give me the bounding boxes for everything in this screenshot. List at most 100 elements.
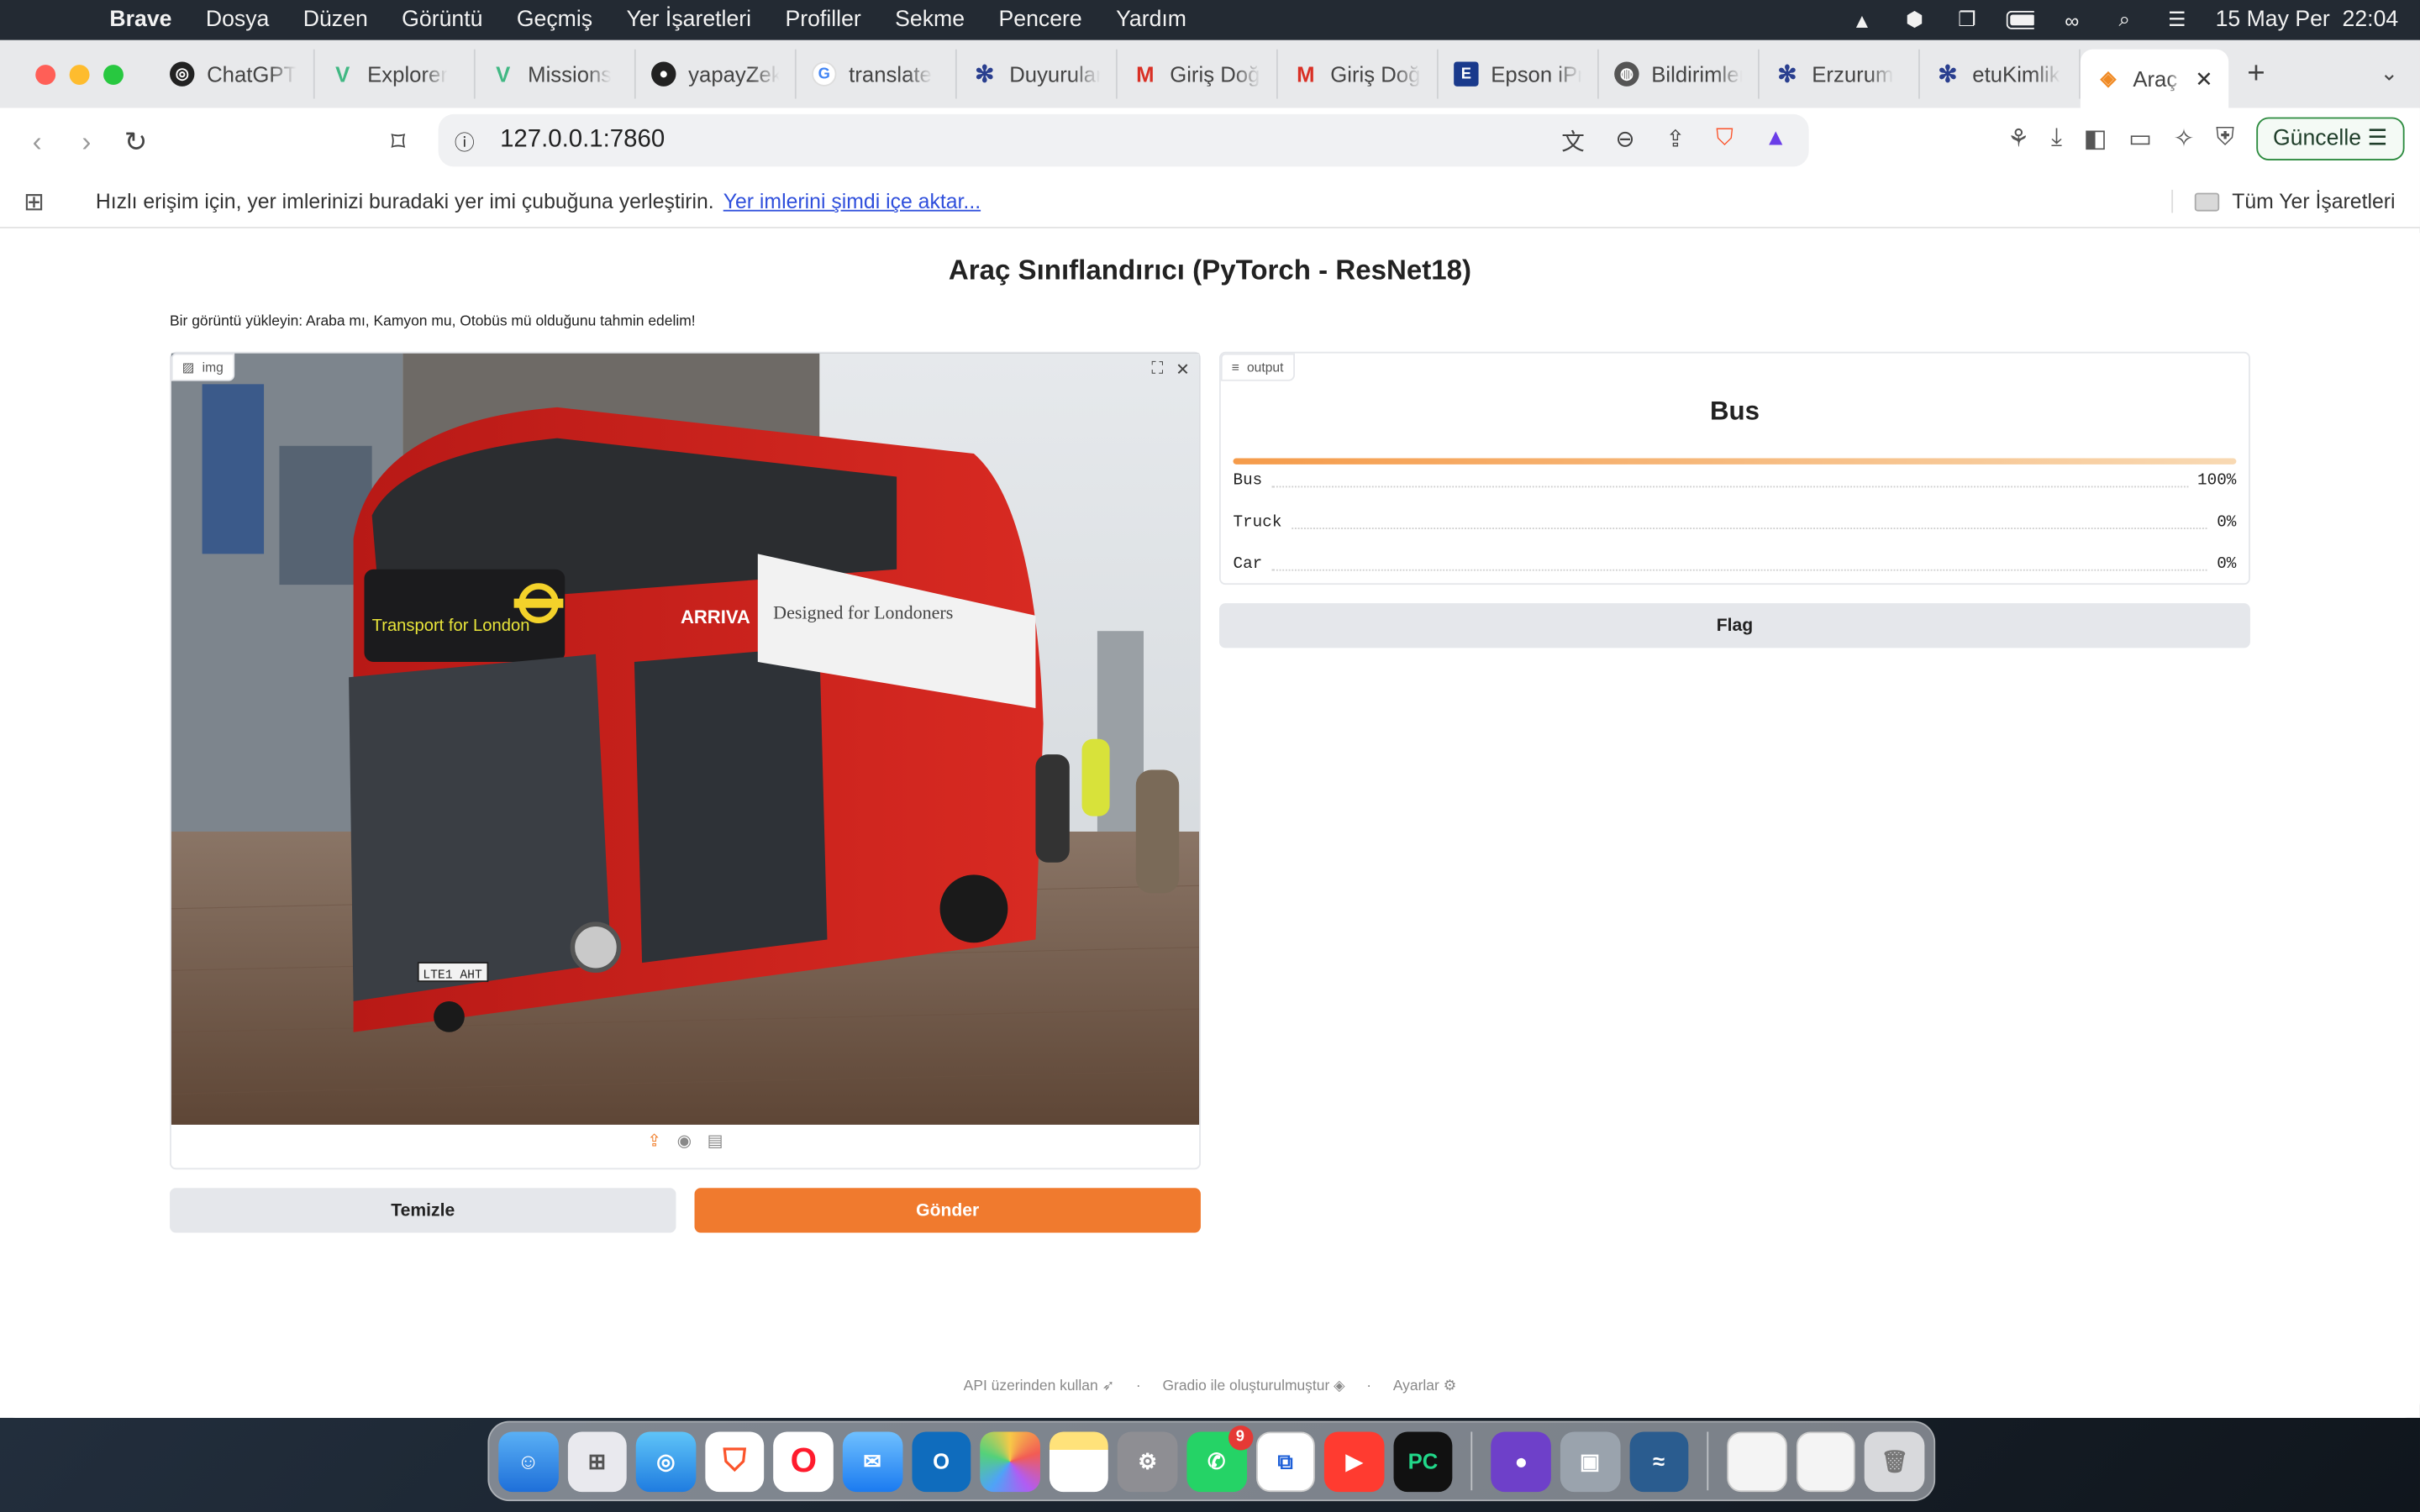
confidence-row[interactable]: Car 0% xyxy=(1234,555,2237,574)
label-icon: ≡ xyxy=(1231,359,1239,375)
launchpad-icon[interactable]: ⊞ xyxy=(567,1431,628,1492)
bookmark-icon[interactable]: ⌑ xyxy=(373,126,423,159)
forward-icon[interactable]: › xyxy=(61,126,111,159)
tab-epson[interactable]: EEpson iPrint xyxy=(1439,49,1599,99)
opera-icon[interactable]: O xyxy=(773,1431,834,1492)
tab-missions[interactable]: V Missions xyxy=(476,49,636,99)
wallet-icon[interactable]: ▭ xyxy=(2128,123,2152,155)
downloads-icon[interactable]: ⤓ xyxy=(2051,125,2062,153)
site-info-icon[interactable]: ⓘ xyxy=(439,126,491,155)
tab-list-chevron-icon[interactable]: ⌄ xyxy=(2381,60,2399,87)
menu-tab[interactable]: Sekme xyxy=(878,8,981,32)
whatsapp-icon[interactable]: ✆ 9 xyxy=(1186,1425,1253,1492)
outlook-icon[interactable]: O xyxy=(911,1431,971,1492)
mail-icon[interactable]: ✉ xyxy=(842,1431,902,1492)
built-with-gradio-link[interactable]: Gradio ile oluşturulmuştur ◈ xyxy=(1162,1378,1344,1394)
minimized-window-icon[interactable] xyxy=(1727,1431,1787,1492)
image-input-panel[interactable]: Transport for London Designed for London… xyxy=(170,351,1201,1170)
tab-github[interactable]: ●yapayZeka xyxy=(636,49,797,99)
drive-status-icon[interactable]: ▲ xyxy=(1848,8,1876,32)
menu-help[interactable]: Yardım xyxy=(1099,8,1203,32)
fullscreen-icon[interactable]: ⛶ xyxy=(1151,360,1163,380)
brave-browser-icon[interactable]: ⛉ xyxy=(704,1431,765,1492)
minimize-window-button[interactable] xyxy=(69,64,90,85)
tab-gmail-1[interactable]: MGiriş Doğrulama xyxy=(1118,49,1278,99)
tab-chatgpt[interactable]: ◎ ChatGPT xyxy=(155,49,315,99)
extensions-icon[interactable]: ⚘ xyxy=(2007,123,2029,155)
sidebar-icon[interactable]: ◧ xyxy=(2084,123,2107,155)
vpn-icon[interactable]: ⛨ xyxy=(2216,125,2234,153)
menubar-clock[interactable]: 15 May Per 22:04 xyxy=(2216,8,2399,32)
close-tab-icon[interactable]: ✕ xyxy=(2195,66,2213,92)
brave-rewards-icon[interactable]: ▲ xyxy=(1765,124,1787,157)
safari-icon[interactable]: ◎ xyxy=(636,1431,696,1492)
minimized-window-icon[interactable] xyxy=(1796,1431,1856,1492)
menu-file[interactable]: Dosya xyxy=(189,8,287,32)
remote-desktop-icon[interactable]: ⧉ xyxy=(1255,1431,1316,1492)
menu-history[interactable]: Geçmiş xyxy=(500,8,610,32)
menu-app-name[interactable]: Brave xyxy=(92,8,188,32)
tab-erzurum[interactable]: ✻ Erzurum xyxy=(1760,49,1920,99)
github-desktop-icon[interactable]: ● xyxy=(1491,1431,1551,1492)
new-tab-icon[interactable]: + xyxy=(2247,56,2265,92)
tab-translate[interactable]: Gtranslate xyxy=(797,49,957,99)
confidence-row[interactable]: Truck 0% xyxy=(1234,514,2237,533)
screens-icon[interactable]: ❐ xyxy=(1953,8,1981,31)
trash-icon[interactable]: 🗑 xyxy=(1865,1431,1925,1492)
all-bookmarks-button[interactable]: Tüm Yer İşaretleri xyxy=(2171,189,2396,213)
mysql-workbench-icon[interactable]: ≈ xyxy=(1628,1431,1689,1492)
link-status-icon[interactable]: ∞ xyxy=(2058,8,2086,32)
import-bookmarks-link[interactable]: Yer imlerini şimdi içe aktar... xyxy=(723,190,981,213)
address-bar[interactable]: ⓘ 127.0.0.1:7860 文 ⊖ ⇪ ⛉ ▲ xyxy=(438,113,1809,167)
share-icon[interactable]: ⇪ xyxy=(1665,124,1685,157)
battery-icon[interactable] xyxy=(2005,9,2033,31)
menu-bookmarks[interactable]: Yer İşaretleri xyxy=(609,8,768,32)
pycharm-icon[interactable]: PC xyxy=(1393,1431,1453,1492)
clear-image-icon[interactable]: ✕ xyxy=(1176,360,1190,380)
tab-gmail-2[interactable]: MGiriş Doğrulama xyxy=(1278,49,1439,99)
menu-view[interactable]: Görüntü xyxy=(385,8,500,32)
system-settings-icon[interactable]: ⚙ xyxy=(1118,1431,1178,1492)
menu-edit[interactable]: Düzen xyxy=(287,8,385,32)
clear-button[interactable]: Temizle xyxy=(170,1188,676,1233)
preview-icon[interactable]: ▣ xyxy=(1560,1431,1620,1492)
submit-button[interactable]: Gönder xyxy=(694,1188,1201,1233)
proxy-status-icon[interactable]: ⬢ xyxy=(1901,8,1928,31)
flag-button[interactable]: Flag xyxy=(1218,603,2250,648)
leo-ai-icon[interactable]: ✧ xyxy=(2174,123,2195,155)
output-label: ≡ output xyxy=(1220,353,1295,381)
tab-notifications[interactable]: ◍ Bildirimler xyxy=(1599,49,1760,99)
address-url[interactable]: 127.0.0.1:7860 xyxy=(500,127,665,155)
api-link[interactable]: API üzerinden kullan ➶ xyxy=(964,1378,1115,1394)
finder-icon[interactable]: ☺ xyxy=(498,1431,559,1492)
clipboard-source-icon[interactable]: ▤ xyxy=(708,1131,723,1151)
image-icon: ▨ xyxy=(182,359,195,375)
update-button[interactable]: Güncelle ☰ xyxy=(2255,117,2405,161)
webcam-source-icon[interactable]: ◉ xyxy=(677,1131,692,1151)
brave-shields-icon[interactable]: ⛉ xyxy=(1716,124,1733,157)
tab-explorer[interactable]: V Explorer xyxy=(315,49,476,99)
tab-active-classifier[interactable]: ◈Araç Sınıflandırıcı✕ xyxy=(2080,49,2229,108)
page-title: Araç Sınıflandırıcı (PyTorch - ResNet18) xyxy=(948,255,1472,286)
settings-link[interactable]: Ayarlar ⚙ xyxy=(1393,1378,1456,1394)
label-output-panel: ≡ output Bus Bus 100% Truck 0% Car 0% xyxy=(1218,351,2250,585)
photos-icon[interactable] xyxy=(980,1431,1040,1492)
youtube-music-icon[interactable]: ▶ xyxy=(1324,1431,1385,1492)
spotlight-search-icon[interactable]: ⌕ xyxy=(2111,8,2139,31)
upload-source-icon[interactable]: ⇪ xyxy=(647,1131,661,1151)
confidence-row[interactable]: Bus 100% xyxy=(1234,472,2237,491)
vue-icon: V xyxy=(496,61,511,87)
zoom-window-button[interactable] xyxy=(103,64,124,85)
menu-window[interactable]: Pencere xyxy=(981,8,1099,32)
close-window-button[interactable] xyxy=(35,64,56,85)
zoom-out-icon[interactable]: ⊖ xyxy=(1616,124,1635,157)
apps-grid-icon[interactable]: ⊞ xyxy=(0,186,68,217)
tab-announcements[interactable]: ✻ Duyurular xyxy=(957,49,1118,99)
back-icon[interactable]: ‹ xyxy=(13,126,62,159)
translate-icon[interactable]: 文 xyxy=(1561,124,1585,157)
tab-etukimlik[interactable]: ✻ etuKimlik xyxy=(1920,49,2081,99)
reload-icon[interactable]: ↻ xyxy=(111,126,160,159)
menu-profiles[interactable]: Profiller xyxy=(768,8,878,32)
control-center-icon[interactable]: ☰ xyxy=(2163,8,2191,31)
notes-icon[interactable] xyxy=(1049,1431,1109,1492)
